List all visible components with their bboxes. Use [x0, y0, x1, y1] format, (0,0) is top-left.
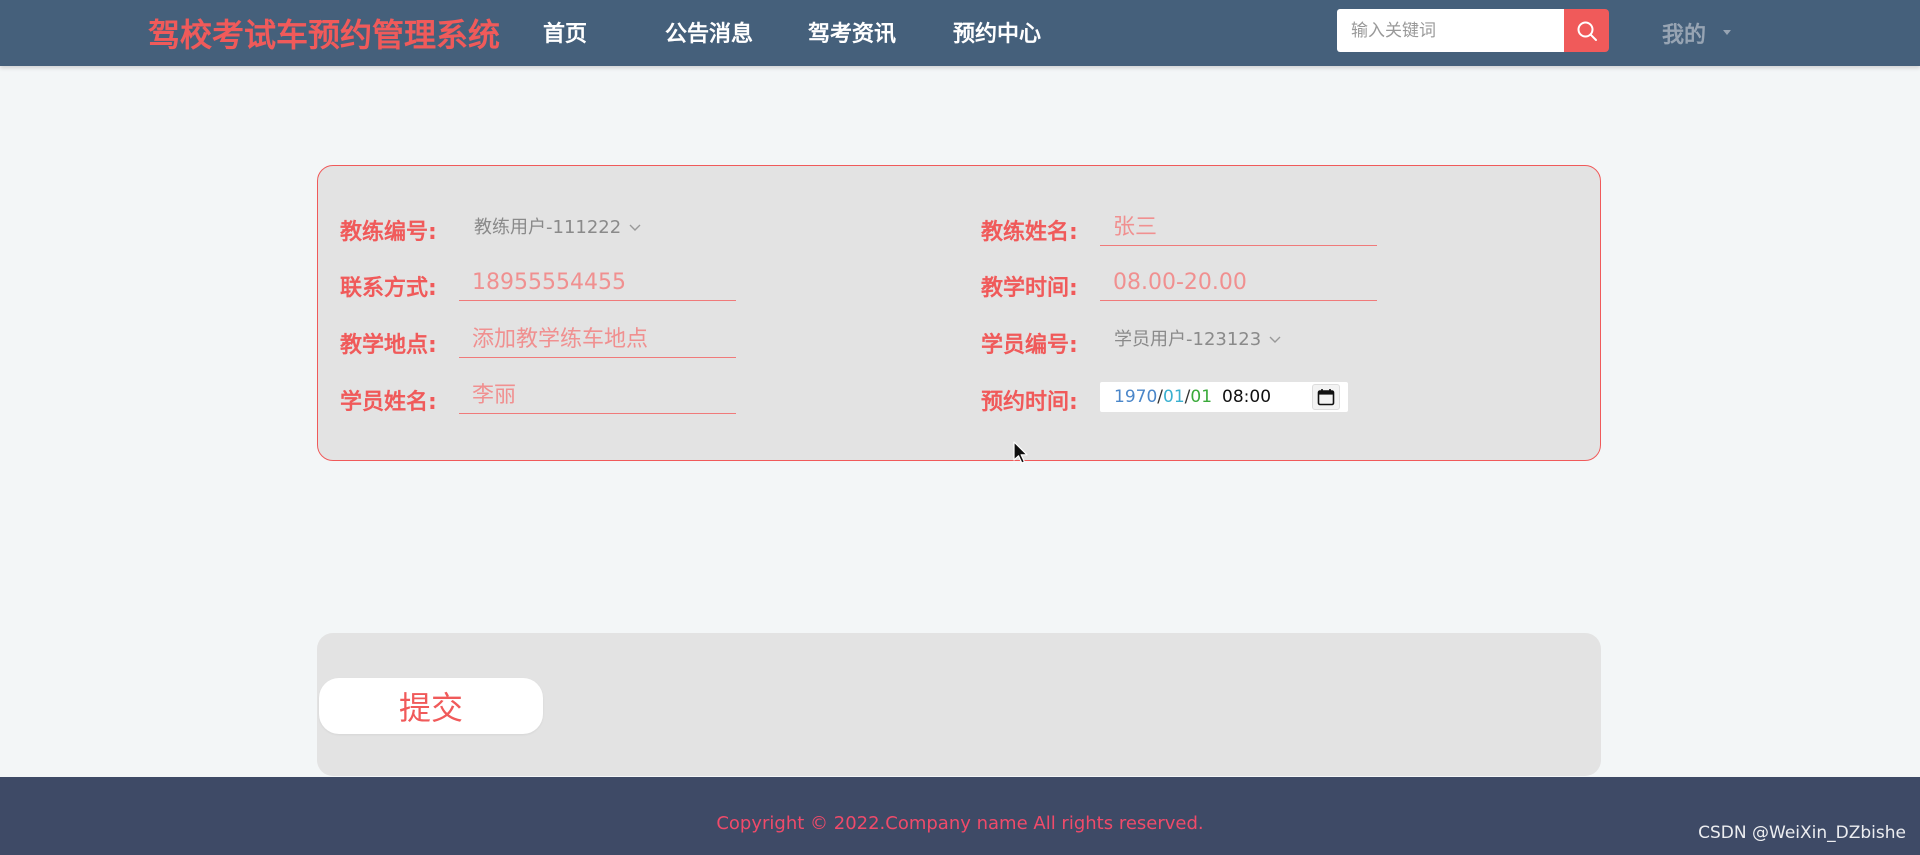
booking-time-label: 预约时间: [981, 390, 1078, 415]
coach-id-label: 教练编号: [340, 220, 437, 245]
nav-home[interactable]: 首页 [543, 16, 587, 48]
booking-time-input[interactable]: 1970/01/01 08:00 [1100, 382, 1348, 412]
footer: Copyright © 2022.Company name All rights… [0, 777, 1920, 855]
booking-year[interactable]: 1970 [1114, 387, 1157, 407]
chevron-down-icon [629, 224, 641, 231]
search-icon [1577, 21, 1597, 41]
teaching-place-label: 教学地点: [340, 333, 437, 358]
student-name-label: 学员姓名: [340, 390, 437, 415]
teaching-place-field[interactable]: 添加教学练车地点 [459, 322, 736, 358]
mouse-pointer-icon [1013, 441, 1028, 464]
coach-id-value: 教练用户-111222 [474, 217, 622, 238]
submit-panel: 提交 [317, 633, 1601, 776]
contact-field[interactable]: 18955554455 [459, 265, 736, 301]
nav-exam-news[interactable]: 驾考资讯 [808, 16, 896, 48]
site-title: 驾校考试车预约管理系统 [148, 16, 501, 54]
coach-id-select[interactable]: 教练用户-111222 [474, 210, 641, 246]
watermark: CSDN @WeiXin_DZbishe [1698, 823, 1906, 843]
submit-button[interactable]: 提交 [319, 678, 543, 734]
chevron-down-icon [1269, 336, 1281, 343]
student-id-label: 学员编号: [981, 333, 1078, 358]
nav-booking-center[interactable]: 预约中心 [953, 16, 1041, 48]
caret-down-icon[interactable] [1723, 30, 1731, 35]
booking-month[interactable]: 01 [1163, 387, 1185, 407]
calendar-picker-button[interactable] [1312, 384, 1340, 410]
booking-clock[interactable]: 08:00 [1222, 387, 1271, 407]
coach-name-field[interactable]: 张三 [1100, 210, 1377, 246]
nav-announcements[interactable]: 公告消息 [665, 16, 753, 48]
student-id-value: 学员用户-123123 [1114, 329, 1262, 350]
user-menu[interactable]: 我的 [1662, 17, 1706, 49]
coach-name-label: 教练姓名: [981, 220, 1078, 245]
student-name-field[interactable]: 李丽 [459, 378, 736, 414]
contact-label: 联系方式: [340, 276, 437, 301]
student-id-select[interactable]: 学员用户-123123 [1114, 322, 1281, 358]
copyright-text: Copyright © 2022.Company name All rights… [716, 813, 1204, 834]
top-navbar: 驾校考试车预约管理系统 首页 公告消息 驾考资讯 预约中心 我的 [0, 0, 1920, 66]
teaching-time-field[interactable]: 08.00-20.00 [1100, 265, 1377, 301]
search-input[interactable] [1337, 9, 1564, 52]
calendar-icon [1317, 389, 1335, 406]
booking-day[interactable]: 01 [1190, 387, 1212, 407]
search-button[interactable] [1564, 9, 1609, 52]
teaching-time-label: 教学时间: [981, 276, 1078, 301]
